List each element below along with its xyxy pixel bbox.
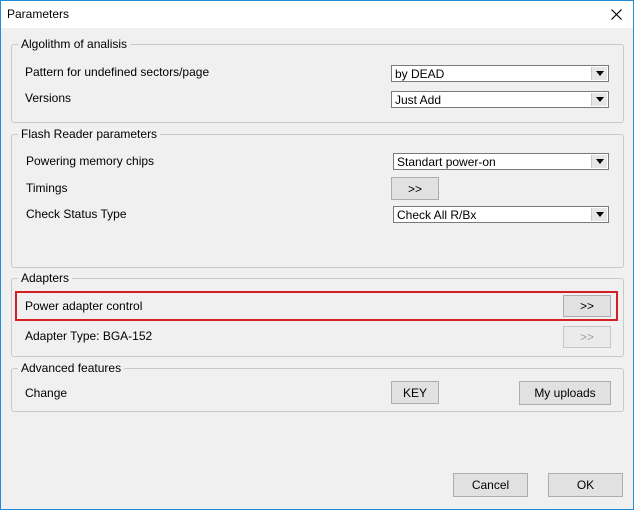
advanced-features-group-legend: Advanced features [18,361,125,375]
key-button[interactable]: KEY [391,381,439,404]
powering-select[interactable]: Standart power-on [393,153,609,170]
chevron-down-icon [595,71,604,76]
title-bar: Parameters [1,1,633,28]
powering-dropdown-arrow[interactable] [591,155,607,168]
pattern-value: by DEAD [395,67,445,81]
pattern-label: Pattern for undefined sectors/page [25,65,210,79]
timings-label: Timings [26,181,68,195]
check-status-label: Check Status Type [26,207,127,221]
my-uploads-button[interactable]: My uploads [519,381,611,405]
adapter-type-button: >> [563,326,611,348]
ok-button[interactable]: OK [548,473,623,497]
versions-dropdown-arrow[interactable] [591,93,607,106]
adapters-group-legend: Adapters [18,271,73,285]
versions-select[interactable]: Just Add [391,91,609,108]
versions-value: Just Add [395,93,442,107]
check-status-select[interactable]: Check All R/Bx [393,206,609,223]
chevron-down-icon [595,97,604,102]
pattern-select[interactable]: by DEAD [391,65,609,82]
highlight-box [15,291,618,321]
close-button[interactable] [599,1,633,28]
cancel-button[interactable]: Cancel [453,473,528,497]
adapter-type-label: Adapter Type: BGA-152 [25,329,153,343]
chevron-down-icon [595,159,604,164]
powering-value: Standart power-on [397,155,496,169]
advanced-features-group: Advanced features Change KEY My uploads [11,361,624,412]
check-status-value: Check All R/Bx [397,208,477,222]
close-icon [610,9,622,20]
parameters-dialog: Parameters Algolithm of analisis Pattern… [0,0,634,510]
algorithm-group: Algolithm of analisis Pattern for undefi… [11,37,624,123]
powering-label: Powering memory chips [26,154,155,168]
algorithm-group-legend: Algolithm of analisis [18,37,131,51]
chevron-down-icon [595,212,604,217]
flash-reader-group-legend: Flash Reader parameters [18,127,161,141]
timings-button[interactable]: >> [391,177,439,200]
window-title: Parameters [7,7,70,21]
change-label: Change [25,386,68,400]
check-status-dropdown-arrow[interactable] [591,208,607,221]
versions-label: Versions [25,91,72,105]
flash-reader-group: Flash Reader parameters Powering memory … [11,127,624,268]
pattern-dropdown-arrow[interactable] [591,67,607,80]
